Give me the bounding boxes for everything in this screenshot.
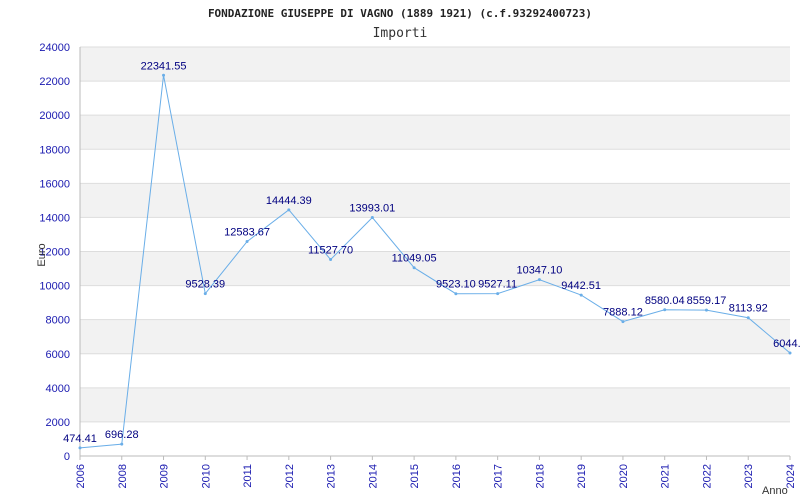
y-tick-label: 16000 — [39, 178, 70, 190]
x-tick-label: 2022 — [701, 464, 713, 488]
data-label: 22341.55 — [141, 60, 187, 72]
x-tick-label: 2018 — [534, 464, 546, 488]
x-tick-label: 2013 — [326, 464, 338, 488]
x-tick-label: 2019 — [576, 464, 588, 488]
data-label: 11527.70 — [308, 245, 353, 257]
x-tick-label: 2015 — [409, 464, 421, 488]
x-tick-label: 2017 — [493, 464, 505, 488]
data-label: 13993.01 — [349, 203, 395, 215]
data-label: 10347.10 — [516, 265, 562, 277]
data-label: 14444.39 — [266, 195, 312, 207]
data-point — [621, 320, 625, 324]
data-label: 11049.05 — [392, 253, 437, 265]
grid-band — [80, 319, 790, 354]
x-tick-label: 2014 — [367, 464, 379, 488]
grid-band — [80, 115, 790, 150]
data-label: 7888.12 — [603, 307, 643, 319]
data-point — [329, 258, 333, 262]
y-tick-label: 8000 — [46, 315, 70, 327]
y-tick-label: 4000 — [46, 383, 70, 395]
data-point — [203, 292, 207, 296]
x-tick-label: 2012 — [284, 464, 296, 488]
data-point — [245, 240, 249, 244]
x-tick-label: 2006 — [75, 464, 87, 488]
data-point — [579, 293, 583, 297]
data-point — [162, 73, 166, 77]
x-tick-label: 2011 — [242, 464, 254, 488]
data-point — [120, 442, 124, 446]
data-point — [496, 292, 500, 296]
data-point — [412, 266, 416, 270]
x-tick-label: 2008 — [117, 464, 129, 488]
data-label: 9528.39 — [185, 279, 225, 291]
data-label: 696.28 — [105, 429, 139, 441]
grid-band — [80, 387, 790, 422]
x-axis-label: Anno — [762, 485, 788, 497]
data-label: 9523.10 — [436, 279, 476, 291]
x-tick-label: 2016 — [451, 464, 463, 488]
y-tick-label: 18000 — [39, 144, 70, 156]
x-axis-ticks: 2006 2008 2009 2010 2011 2012 2013 2014 2015 2016… — [75, 456, 797, 488]
y-tick-label: 22000 — [39, 76, 70, 88]
data-point — [663, 308, 667, 312]
x-tick-label: 2010 — [200, 464, 212, 488]
y-tick-label: 14000 — [39, 212, 70, 224]
data-label: 8113.92 — [729, 303, 768, 315]
data-label: 9527.11 — [478, 279, 517, 291]
data-label: 8559.17 — [687, 295, 727, 307]
chart-subtitle: Importi — [373, 26, 428, 41]
data-point — [537, 278, 541, 282]
chart-title: FONDAZIONE GIUSEPPE DI VAGNO (1889 1921)… — [208, 7, 592, 20]
data-point — [788, 351, 792, 355]
x-tick-label: 2020 — [618, 464, 630, 488]
line-chart: FONDAZIONE GIUSEPPE DI VAGNO (1889 1921)… — [36, 7, 800, 497]
y-tick-label: 2000 — [46, 417, 70, 429]
y-axis-label: Euro — [36, 243, 48, 266]
data-point — [454, 292, 458, 296]
y-tick-label: 20000 — [39, 110, 70, 122]
x-tick-label: 2021 — [660, 464, 672, 488]
y-tick-label: 6000 — [46, 349, 70, 361]
grid-band — [80, 183, 790, 218]
data-label: 9442.51 — [561, 280, 601, 292]
y-tick-label: 0 — [64, 451, 70, 463]
data-label: 8580.04 — [645, 295, 685, 307]
data-label: 474.41 — [63, 433, 97, 445]
grid-bands — [80, 47, 790, 422]
y-tick-label: 10000 — [39, 281, 70, 293]
data-point — [78, 446, 82, 450]
data-point — [746, 316, 750, 320]
x-tick-label: 2023 — [743, 464, 755, 488]
grid-band — [80, 47, 790, 82]
data-label: 6044.4 — [773, 338, 800, 350]
x-tick-label: 2009 — [159, 464, 171, 488]
data-label: 12583.67 — [224, 227, 270, 239]
y-tick-label: 24000 — [39, 42, 70, 54]
data-point — [287, 208, 291, 212]
data-point — [370, 216, 374, 220]
data-point — [704, 308, 708, 312]
